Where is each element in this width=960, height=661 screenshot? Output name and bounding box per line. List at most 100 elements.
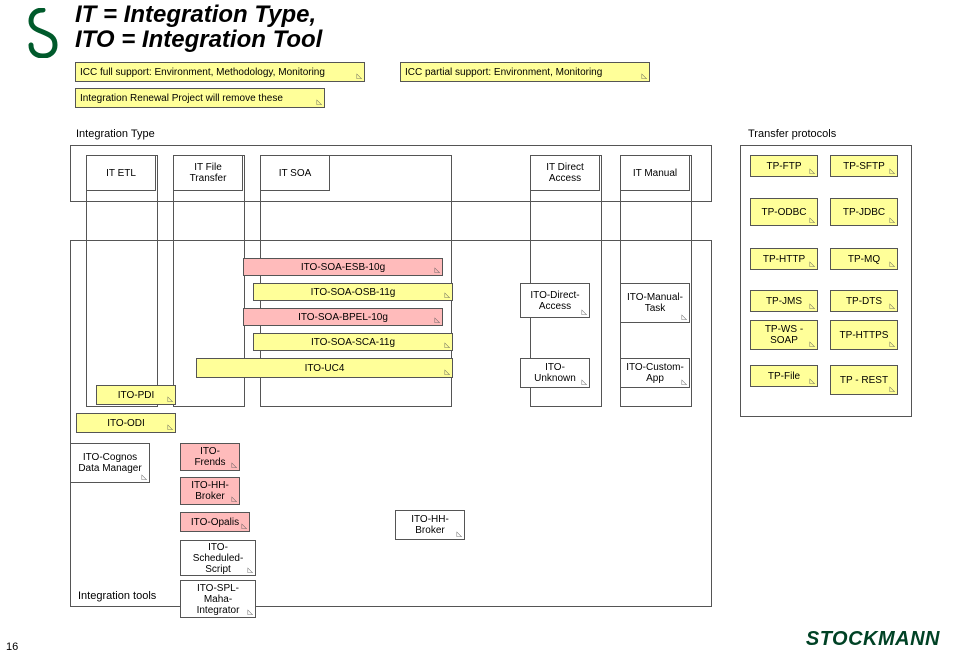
stockmann-logo: STOCKMANN <box>806 628 940 651</box>
ito-spl-maha-integrator: ITO-SPL-Maha-Integrator◺ <box>180 580 256 618</box>
ito-bpel10g-text: ITO-SOA-BPEL-10g <box>298 312 388 323</box>
transfer-protocols-label: Transfer protocols <box>748 128 836 140</box>
note-corner-icon: ◺ <box>435 267 440 274</box>
ito-hhbroker2-text: ITO-HH-Broker <box>400 514 460 536</box>
tp-dts: TP-DTS ◺ <box>830 290 898 312</box>
title-line-2: ITO = Integration Tool <box>75 26 322 53</box>
tp-ws-text: TP-WS - SOAP <box>755 324 813 346</box>
ito-unknown-text: ITO-Unknown <box>525 362 585 384</box>
ito-cognos-data-manager: ITO-Cognos Data Manager◺ <box>70 443 150 483</box>
title-line-1: IT = Integration Type, <box>75 1 316 28</box>
tp-odbc: TP-ODBC◺ <box>750 198 818 226</box>
ito-sca11g-text: ITO-SOA-SCA-11g <box>311 337 395 348</box>
ito-frends-text: ITO-Frends <box>185 446 235 468</box>
tp-jdbc-text: TP-JDBC <box>843 207 885 218</box>
note-partial-support: ICC partial support: Environment, Monito… <box>400 62 650 82</box>
tp-mq-text: TP-MQ <box>848 254 880 265</box>
ito-odi-text: ITO-ODI <box>107 418 145 429</box>
ito-uc4: ITO-UC4 ◺ <box>196 358 453 378</box>
integration-type-label: Integration Type <box>76 128 155 140</box>
note-corner-icon: ◺ <box>682 314 687 321</box>
note-corner-icon: ◺ <box>810 341 815 348</box>
ito-scheduled-script: ITO-Scheduled-Script◺ <box>180 540 256 576</box>
tp-rest-text: TP - REST <box>840 375 888 386</box>
note-corner-icon: ◺ <box>810 261 815 268</box>
note-full-support-text: ICC full support: Environment, Methodolo… <box>80 67 325 78</box>
note-corner-icon: ◺ <box>890 386 895 393</box>
note-corner-icon: ◺ <box>142 474 147 481</box>
tp-sftp-text: TP-SFTP <box>843 161 885 172</box>
tp-file-text: TP-File <box>768 371 800 382</box>
note-corner-icon: ◺ <box>457 531 462 538</box>
tp-https-text: TP-HTTPS <box>840 330 889 341</box>
ito-hh-broker: ITO-HH-Broker◺ <box>180 477 240 505</box>
note-corner-icon: ◺ <box>582 309 587 316</box>
tp-http-text: TP-HTTP <box>763 254 805 265</box>
ito-osb11g-text: ITO-SOA-OSB-11g <box>311 287 396 298</box>
note-remove-text: Integration Renewal Project will remove … <box>80 93 283 104</box>
tp-file: TP-File ◺ <box>750 365 818 387</box>
ito-soa-bpel-10g: ITO-SOA-BPEL-10g ◺ <box>243 308 443 326</box>
ito-direct-text: ITO-Direct-Access <box>525 290 585 312</box>
note-corner-icon: ◺ <box>445 342 450 349</box>
note-remove: Integration Renewal Project will remove … <box>75 88 325 108</box>
tp-ftp-text: TP-FTP <box>767 161 802 172</box>
note-corner-icon: ◺ <box>890 303 895 310</box>
tp-dts-text: TP-DTS <box>846 296 882 307</box>
note-corner-icon: ◺ <box>248 567 253 574</box>
tp-rest: TP - REST◺ <box>830 365 898 395</box>
note-full-support: ICC full support: Environment, Methodolo… <box>75 62 365 82</box>
note-corner-icon: ◺ <box>642 73 647 80</box>
ito-pdi: ITO-PDI ◺ <box>96 385 176 405</box>
ito-manual-task: ITO-Manual-Task◺ <box>620 283 690 323</box>
note-corner-icon: ◺ <box>890 168 895 175</box>
note-corner-icon: ◺ <box>890 217 895 224</box>
ito-spl-text: ITO-SPL-Maha-Integrator <box>185 583 251 616</box>
ito-cognos-text: ITO-Cognos Data Manager <box>75 452 145 474</box>
note-corner-icon: ◺ <box>890 261 895 268</box>
note-corner-icon: ◺ <box>317 99 322 106</box>
note-corner-icon: ◺ <box>810 217 815 224</box>
diagram-page: IT = Integration Type, ITO = Integration… <box>0 0 960 661</box>
note-corner-icon: ◺ <box>232 496 237 503</box>
note-corner-icon: ◺ <box>242 523 247 530</box>
ito-hh-broker-2: ITO-HH-Broker◺ <box>395 510 465 540</box>
ito-custom-text: ITO-Custom-App <box>625 362 685 384</box>
ito-pdi-text: ITO-PDI <box>118 390 154 401</box>
ito-frends: ITO-Frends◺ <box>180 443 240 471</box>
stockmann-s-logo <box>28 8 58 58</box>
page-number: 16 <box>6 641 18 653</box>
tp-http: TP-HTTP ◺ <box>750 248 818 270</box>
ito-esb10g-text: ITO-SOA-ESB-10g <box>301 262 385 273</box>
note-corner-icon: ◺ <box>890 341 895 348</box>
ito-custom-app: ITO-Custom-App◺ <box>620 358 690 388</box>
ito-uc4-text: ITO-UC4 <box>305 363 345 374</box>
note-corner-icon: ◺ <box>232 462 237 469</box>
tp-jms: TP-JMS ◺ <box>750 290 818 312</box>
note-corner-icon: ◺ <box>810 378 815 385</box>
ito-soa-esb-10g: ITO-SOA-ESB-10g ◺ <box>243 258 443 276</box>
note-corner-icon: ◺ <box>168 396 173 403</box>
note-corner-icon: ◺ <box>435 317 440 324</box>
tp-ftp: TP-FTP ◺ <box>750 155 818 177</box>
tp-jms-text: TP-JMS <box>766 296 802 307</box>
page-title: IT = Integration Type, ITO = Integration… <box>75 2 322 52</box>
tp-sftp: TP-SFTP ◺ <box>830 155 898 177</box>
integration-tools-label: Integration tools <box>78 590 156 602</box>
note-corner-icon: ◺ <box>445 369 450 376</box>
it-etl-column <box>86 155 158 407</box>
ito-scheduled-text: ITO-Scheduled-Script <box>185 542 251 575</box>
note-corner-icon: ◺ <box>682 379 687 386</box>
note-corner-icon: ◺ <box>248 609 253 616</box>
note-corner-icon: ◺ <box>357 73 362 80</box>
note-corner-icon: ◺ <box>810 303 815 310</box>
note-partial-support-text: ICC partial support: Environment, Monito… <box>405 67 602 78</box>
note-corner-icon: ◺ <box>810 168 815 175</box>
note-corner-icon: ◺ <box>582 379 587 386</box>
ito-soa-osb-11g: ITO-SOA-OSB-11g◺ <box>253 283 453 301</box>
ito-manual-text: ITO-Manual-Task <box>625 292 685 314</box>
tp-mq: TP-MQ ◺ <box>830 248 898 270</box>
ito-opalis: ITO-Opalis◺ <box>180 512 250 532</box>
tp-https: TP-HTTPS◺ <box>830 320 898 350</box>
ito-soa-sca-11g: ITO-SOA-SCA-11g ◺ <box>253 333 453 351</box>
